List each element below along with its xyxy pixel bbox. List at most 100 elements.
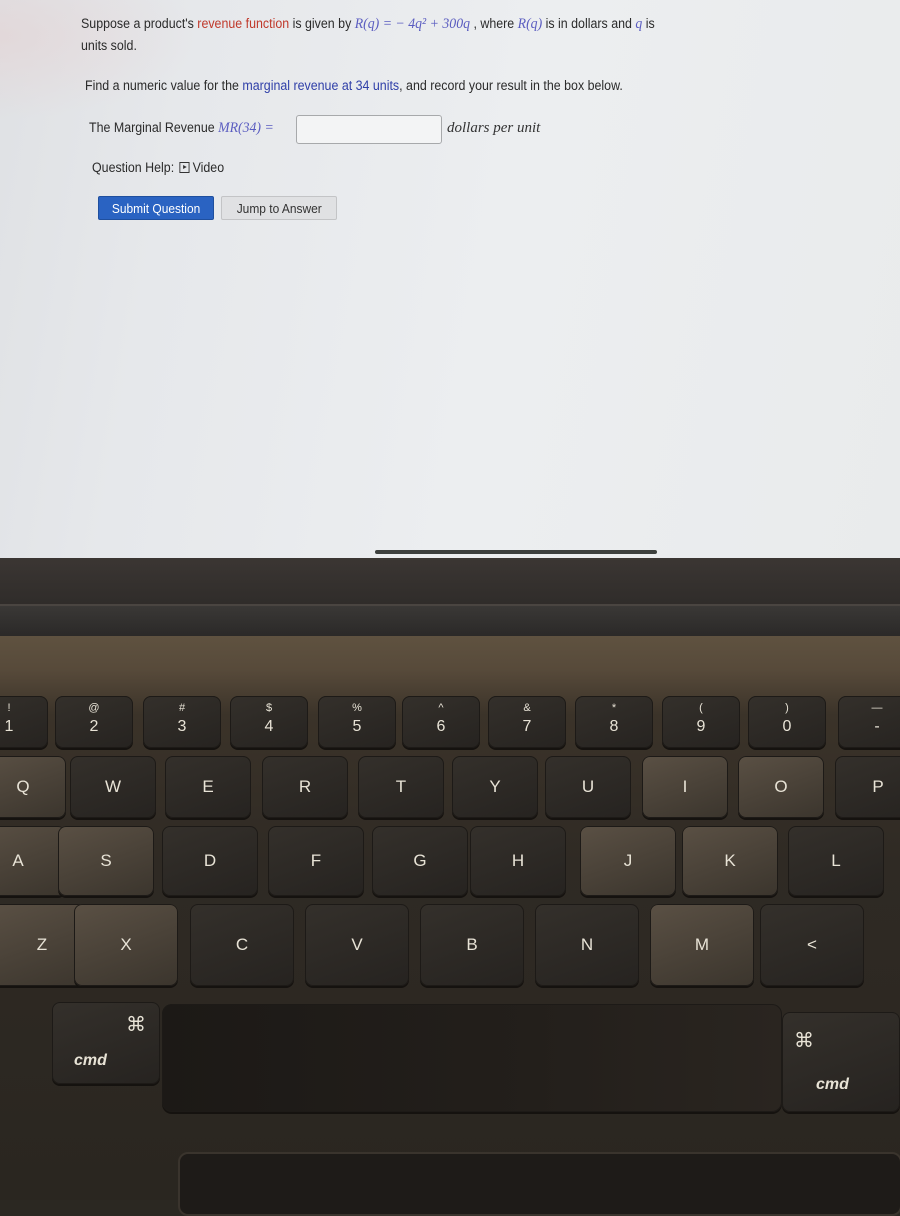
- instruction-text: Find a numeric value for the marginal re…: [85, 78, 623, 93]
- key-shift-label: !: [7, 702, 11, 714]
- question-text-line2: units sold.: [81, 38, 137, 53]
- key-0[interactable]: ) 0: [748, 696, 826, 748]
- key-g[interactable]: G: [372, 826, 468, 896]
- key-label: X: [120, 935, 132, 954]
- key-label: C: [235, 935, 249, 954]
- key-label: P: [872, 777, 884, 796]
- key-u[interactable]: U: [545, 756, 631, 818]
- key-3[interactable]: #3: [143, 696, 221, 748]
- key-m[interactable]: M: [650, 904, 754, 986]
- question-text-line1: Suppose a product's revenue function is …: [81, 16, 655, 32]
- key-label: 3: [177, 718, 187, 735]
- key-b[interactable]: B: [420, 904, 524, 986]
- key-q[interactable]: Q: [0, 756, 66, 818]
- key-o[interactable]: O: [738, 756, 824, 818]
- key-label: 2: [89, 718, 99, 735]
- key-label: R: [298, 777, 312, 796]
- revenue-function-link[interactable]: revenue function: [197, 16, 289, 31]
- key-label: L: [831, 851, 841, 870]
- key-label: D: [203, 851, 217, 870]
- key-shift-label: —: [871, 702, 883, 714]
- key-9[interactable]: (9: [662, 696, 740, 748]
- answer-math-label: MR(34) =: [218, 120, 274, 136]
- key-label: G: [413, 851, 427, 870]
- laptop-hinge: [0, 604, 900, 638]
- cmd-icon: ⌘: [126, 1014, 146, 1036]
- submit-question-button[interactable]: Submit Question: [98, 196, 214, 220]
- key-label: <: [807, 935, 817, 954]
- key-label: 8: [609, 718, 619, 735]
- key-label: K: [724, 851, 736, 870]
- key-w[interactable]: W: [70, 756, 156, 818]
- key-i[interactable]: I: [642, 756, 728, 818]
- key-shift-label: $: [265, 702, 273, 714]
- key-5[interactable]: % 5: [318, 696, 396, 748]
- screen-bottom-bar: [375, 550, 657, 554]
- key-<[interactable]: <: [760, 904, 864, 986]
- key-label: -: [874, 718, 880, 735]
- key-space[interactable]: [162, 1004, 782, 1112]
- key-shift-label: *: [611, 702, 617, 714]
- key-x[interactable]: X: [74, 904, 178, 986]
- key-s[interactable]: S: [58, 826, 154, 896]
- key-l[interactable]: L: [788, 826, 884, 896]
- key-n[interactable]: N: [535, 904, 639, 986]
- key-shift-label: (: [699, 702, 703, 714]
- video-help-link[interactable]: Video: [174, 160, 224, 175]
- key-shift-label: ): [785, 702, 789, 714]
- key-4[interactable]: $4: [230, 696, 308, 748]
- key-p[interactable]: P: [835, 756, 900, 818]
- key-label: M: [694, 935, 710, 954]
- key-label: 6: [436, 718, 446, 735]
- key-label: U: [581, 777, 595, 796]
- key-label: F: [310, 851, 322, 870]
- key-label: 0: [782, 718, 792, 735]
- question-help: Question Help: Video: [92, 160, 224, 175]
- trackpad[interactable]: [178, 1152, 900, 1216]
- key-label: 1: [4, 718, 14, 735]
- jump-to-answer-button[interactable]: Jump to Answer: [221, 196, 337, 220]
- key-label: E: [202, 777, 214, 796]
- key-label: J: [623, 851, 633, 870]
- key-cmd-left[interactable]: ⌘ cmd: [52, 1002, 160, 1084]
- key-label: 7: [522, 718, 532, 735]
- key-label: Y: [489, 777, 501, 796]
- key-y[interactable]: Y: [452, 756, 538, 818]
- laptop-bezel: [0, 558, 900, 610]
- marginal-revenue-link[interactable]: marginal revenue at 34 units: [242, 78, 399, 93]
- key-h[interactable]: H: [470, 826, 566, 896]
- key-label: O: [774, 777, 788, 796]
- key-k[interactable]: K: [682, 826, 778, 896]
- key-2[interactable]: @2: [55, 696, 133, 748]
- key-cmd-right[interactable]: ⌘ cmd: [782, 1012, 900, 1112]
- marginal-revenue-input[interactable]: [296, 115, 442, 144]
- key-e[interactable]: E: [165, 756, 251, 818]
- key-6[interactable]: ^ 6: [402, 696, 480, 748]
- key-label: Q: [16, 777, 30, 796]
- key-label: H: [511, 851, 525, 870]
- key-label: 5: [352, 718, 362, 735]
- key-shift-label: #: [178, 702, 186, 714]
- key-8[interactable]: * 8: [575, 696, 653, 748]
- key--[interactable]: — -: [838, 696, 900, 748]
- answer-units: dollars per unit: [447, 120, 541, 136]
- key-label: S: [100, 851, 112, 870]
- browser-screen: Suppose a product's revenue function is …: [0, 0, 900, 560]
- key-1[interactable]: ! 1: [0, 696, 48, 748]
- key-c[interactable]: C: [190, 904, 294, 986]
- key-a[interactable]: A: [0, 826, 66, 896]
- cmd-icon: ⌘: [794, 1030, 814, 1052]
- key-v[interactable]: V: [305, 904, 409, 986]
- key-7[interactable]: & 7: [488, 696, 566, 748]
- key-label: N: [580, 935, 594, 954]
- question-help-label: Question Help:: [92, 160, 175, 175]
- key-label: V: [351, 935, 363, 954]
- key-j[interactable]: J: [580, 826, 676, 896]
- key-d[interactable]: D: [162, 826, 258, 896]
- key-t[interactable]: T: [358, 756, 444, 818]
- key-shift-label: %: [352, 702, 362, 714]
- key-f[interactable]: F: [268, 826, 364, 896]
- answer-label: The Marginal Revenue MR(34) =: [89, 120, 274, 136]
- key-shift-label: @: [88, 702, 100, 714]
- key-r[interactable]: R: [262, 756, 348, 818]
